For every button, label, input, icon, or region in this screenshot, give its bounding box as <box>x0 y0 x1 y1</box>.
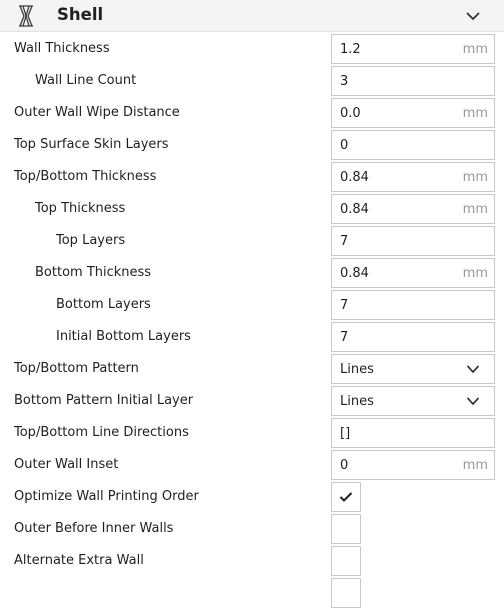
setting-label: Top/Bottom Pattern <box>14 361 139 376</box>
setting-input[interactable]: 0 mm <box>331 450 495 480</box>
setting-unit: mm <box>462 42 488 57</box>
setting-value: Lines <box>340 394 374 409</box>
setting-label: Wall Line Count <box>35 73 137 88</box>
setting-input[interactable]: 0 <box>331 130 495 160</box>
setting-value: 0 <box>340 458 349 473</box>
setting-value: 0 <box>340 138 349 153</box>
setting-row: Outer Wall Wipe Distance 0.0 mm <box>0 97 504 129</box>
setting-checkbox[interactable] <box>331 578 361 608</box>
chevron-down-icon <box>466 397 480 406</box>
setting-value: 3 <box>340 74 349 89</box>
setting-input[interactable]: 7 <box>331 290 495 320</box>
setting-label: Bottom Thickness <box>35 265 152 280</box>
setting-label: Wall Thickness <box>14 41 110 56</box>
shell-section-header[interactable]: Shell <box>0 0 504 32</box>
setting-row: Optimize Wall Printing Order <box>0 481 504 513</box>
setting-value: [] <box>340 426 351 441</box>
setting-value: 0.0 <box>340 106 361 121</box>
shell-icon <box>19 5 33 27</box>
setting-value: 1.2 <box>340 42 361 57</box>
setting-row: Wall Thickness 1.2 mm <box>0 33 504 65</box>
setting-input[interactable]: 3 <box>331 66 495 96</box>
setting-row: Top Thickness 0.84 mm <box>0 193 504 225</box>
setting-row: Outer Wall Inset 0 mm <box>0 449 504 481</box>
setting-value: 7 <box>340 234 349 249</box>
checkmark-icon <box>339 492 353 502</box>
setting-input[interactable]: 1.2 mm <box>331 34 495 64</box>
chevron-down-icon[interactable] <box>465 10 481 22</box>
setting-input[interactable]: 0.84 mm <box>331 258 495 288</box>
setting-label: Optimize Wall Printing Order <box>14 489 199 504</box>
setting-row: Outer Before Inner Walls <box>0 513 504 545</box>
setting-label: Top Layers <box>56 233 126 248</box>
setting-row: Wall Line Count 3 <box>0 65 504 97</box>
setting-row: Top/Bottom Thickness 0.84 mm <box>0 161 504 193</box>
setting-value: 0.84 <box>340 202 369 217</box>
setting-dropdown[interactable]: Lines <box>331 354 495 384</box>
setting-checkbox[interactable] <box>331 482 361 512</box>
setting-dropdown[interactable]: Lines <box>331 386 495 416</box>
chevron-down-icon <box>466 365 480 374</box>
setting-label: Outer Before Inner Walls <box>14 521 174 536</box>
setting-label: Alternate Extra Wall <box>14 553 144 568</box>
setting-unit: mm <box>462 458 488 473</box>
setting-label: Top/Bottom Line Directions <box>14 425 189 440</box>
setting-input[interactable]: 0.84 mm <box>331 162 495 192</box>
setting-checkbox[interactable] <box>331 514 361 544</box>
setting-row: Bottom Thickness 0.84 mm <box>0 257 504 289</box>
setting-unit: mm <box>462 202 488 217</box>
setting-input[interactable]: 7 <box>331 226 495 256</box>
setting-value: 0.84 <box>340 266 369 281</box>
setting-row: Bottom Pattern Initial Layer Lines <box>0 385 504 417</box>
setting-label: Top Surface Skin Layers <box>14 137 169 152</box>
setting-row: Alternate Extra Wall <box>0 545 504 577</box>
setting-label: Outer Wall Wipe Distance <box>14 105 180 120</box>
setting-label: Initial Bottom Layers <box>56 329 191 344</box>
setting-label: Bottom Layers <box>56 297 151 312</box>
setting-checkbox[interactable] <box>331 546 361 576</box>
setting-value: 0.84 <box>340 170 369 185</box>
setting-row: Bottom Layers 7 <box>0 289 504 321</box>
setting-value: 7 <box>340 298 349 313</box>
setting-row: Top/Bottom Line Directions [] <box>0 417 504 449</box>
setting-label: Outer Wall Inset <box>14 457 119 472</box>
setting-row <box>0 577 504 609</box>
setting-value: Lines <box>340 362 374 377</box>
setting-label: Bottom Pattern Initial Layer <box>14 393 194 408</box>
setting-label: Top/Bottom Thickness <box>14 169 157 184</box>
setting-input[interactable]: 0.0 mm <box>331 98 495 128</box>
setting-input[interactable]: [] <box>331 418 495 448</box>
setting-input[interactable]: 0.84 mm <box>331 194 495 224</box>
setting-value: 7 <box>340 330 349 345</box>
section-title: Shell <box>57 5 104 24</box>
setting-unit: mm <box>462 170 488 185</box>
setting-unit: mm <box>462 106 488 121</box>
setting-row: Top Layers 7 <box>0 225 504 257</box>
setting-input[interactable]: 7 <box>331 322 495 352</box>
setting-row: Initial Bottom Layers 7 <box>0 321 504 353</box>
setting-row: Top Surface Skin Layers 0 <box>0 129 504 161</box>
setting-row: Top/Bottom Pattern Lines <box>0 353 504 385</box>
setting-unit: mm <box>462 266 488 281</box>
setting-label: Top Thickness <box>35 201 126 216</box>
